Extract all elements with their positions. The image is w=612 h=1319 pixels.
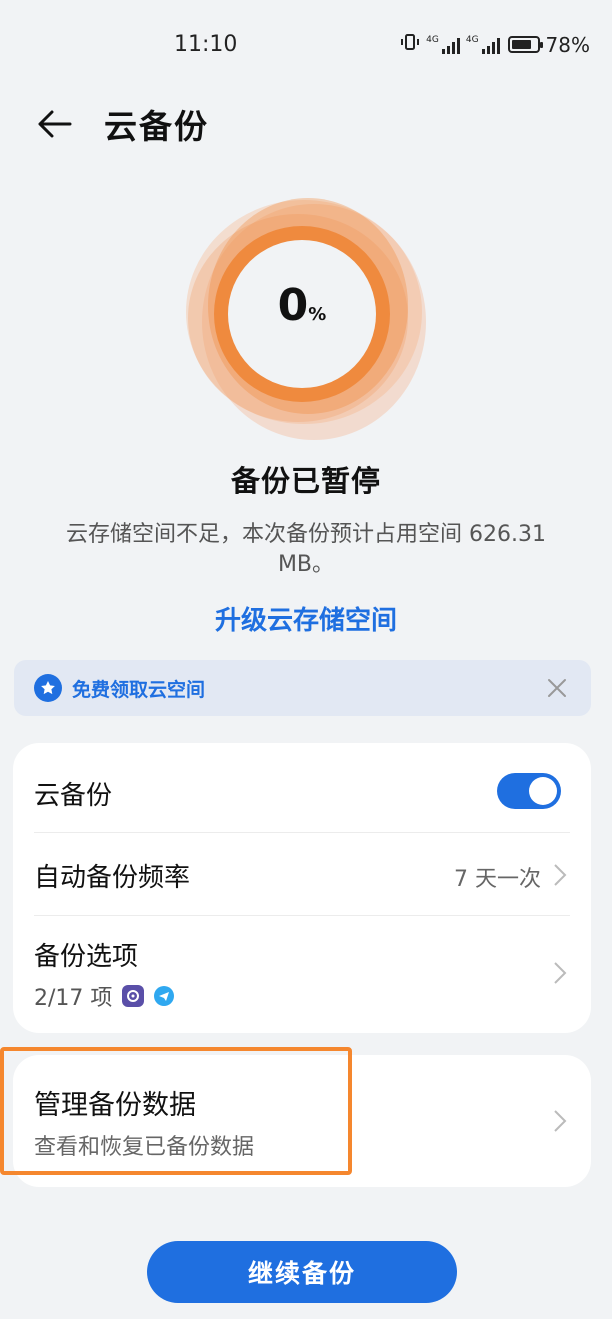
frequency-row[interactable]: 自动备份频率 7 天一次 (13, 833, 591, 915)
status-bar: 11:10 4G 4G 78% (0, 0, 612, 90)
backup-options-label: 备份选项 (34, 942, 139, 972)
back-button[interactable] (30, 100, 78, 148)
frequency-value: 7 天一次 (454, 867, 541, 892)
status-icons: 4G 4G 78% (400, 32, 590, 57)
arrow-left-icon (38, 110, 72, 138)
battery-icon (507, 36, 543, 53)
backup-status-title: 备份已暂停 (230, 464, 381, 498)
star-badge-icon (34, 674, 62, 702)
chevron-right-icon (554, 1110, 567, 1132)
chevron-right-icon (554, 864, 567, 886)
signal-1-icon: 4G (426, 34, 460, 54)
gear-app-icon (122, 985, 145, 1007)
battery-percent: 78% (545, 32, 590, 57)
cloud-backup-screen: 11:10 4G 4G 78% 云备份 0% 备份已暂停 云存储空间不足，本次备… (0, 0, 612, 1319)
progress-value: 0 (277, 280, 309, 331)
toggle-knob (529, 777, 557, 805)
telegram-app-icon (154, 986, 175, 1006)
banner-text: 免费领取云空间 (72, 678, 206, 701)
network-type-1: 4G (426, 34, 439, 45)
network-type-2: 4G (465, 34, 479, 45)
backup-settings-card: 云备份 自动备份频率 7 天一次 备份选项 2/17 项 (13, 743, 591, 1033)
frequency-label: 自动备份频率 (34, 863, 191, 893)
progress-percent: 0% (176, 280, 428, 331)
backup-options-summary: 2/17 项 (34, 980, 175, 1012)
backup-progress-ring: 0% (176, 190, 436, 460)
backup-options-row[interactable]: 备份选项 (13, 916, 591, 1033)
manage-subtitle: 查看和恢复已备份数据 (34, 1135, 255, 1160)
vibrate-icon (400, 32, 420, 57)
progress-unit: % (308, 304, 327, 325)
cloud-backup-label: 云备份 (34, 781, 113, 811)
close-icon[interactable] (543, 674, 571, 702)
manage-backup-data-card[interactable]: 管理备份数据 查看和恢复已备份数据 (13, 1055, 591, 1187)
cloud-backup-toggle[interactable] (497, 773, 561, 809)
page-title: 云备份 (104, 107, 209, 146)
manage-title: 管理备份数据 (34, 1090, 196, 1121)
backup-status-description: 云存储空间不足，本次备份预计占用空间 626.31 MB。 (66, 522, 546, 577)
upgrade-storage-link[interactable]: 升级云存储空间 (0, 600, 612, 637)
free-storage-banner[interactable]: 免费领取云空间 (14, 660, 591, 716)
chevron-right-icon (554, 962, 567, 984)
continue-backup-button[interactable]: 继续备份 (147, 1241, 457, 1303)
signal-2-icon: 4G (465, 34, 500, 54)
status-time: 11:10 (174, 32, 238, 57)
options-count: 2/17 项 (34, 986, 113, 1011)
